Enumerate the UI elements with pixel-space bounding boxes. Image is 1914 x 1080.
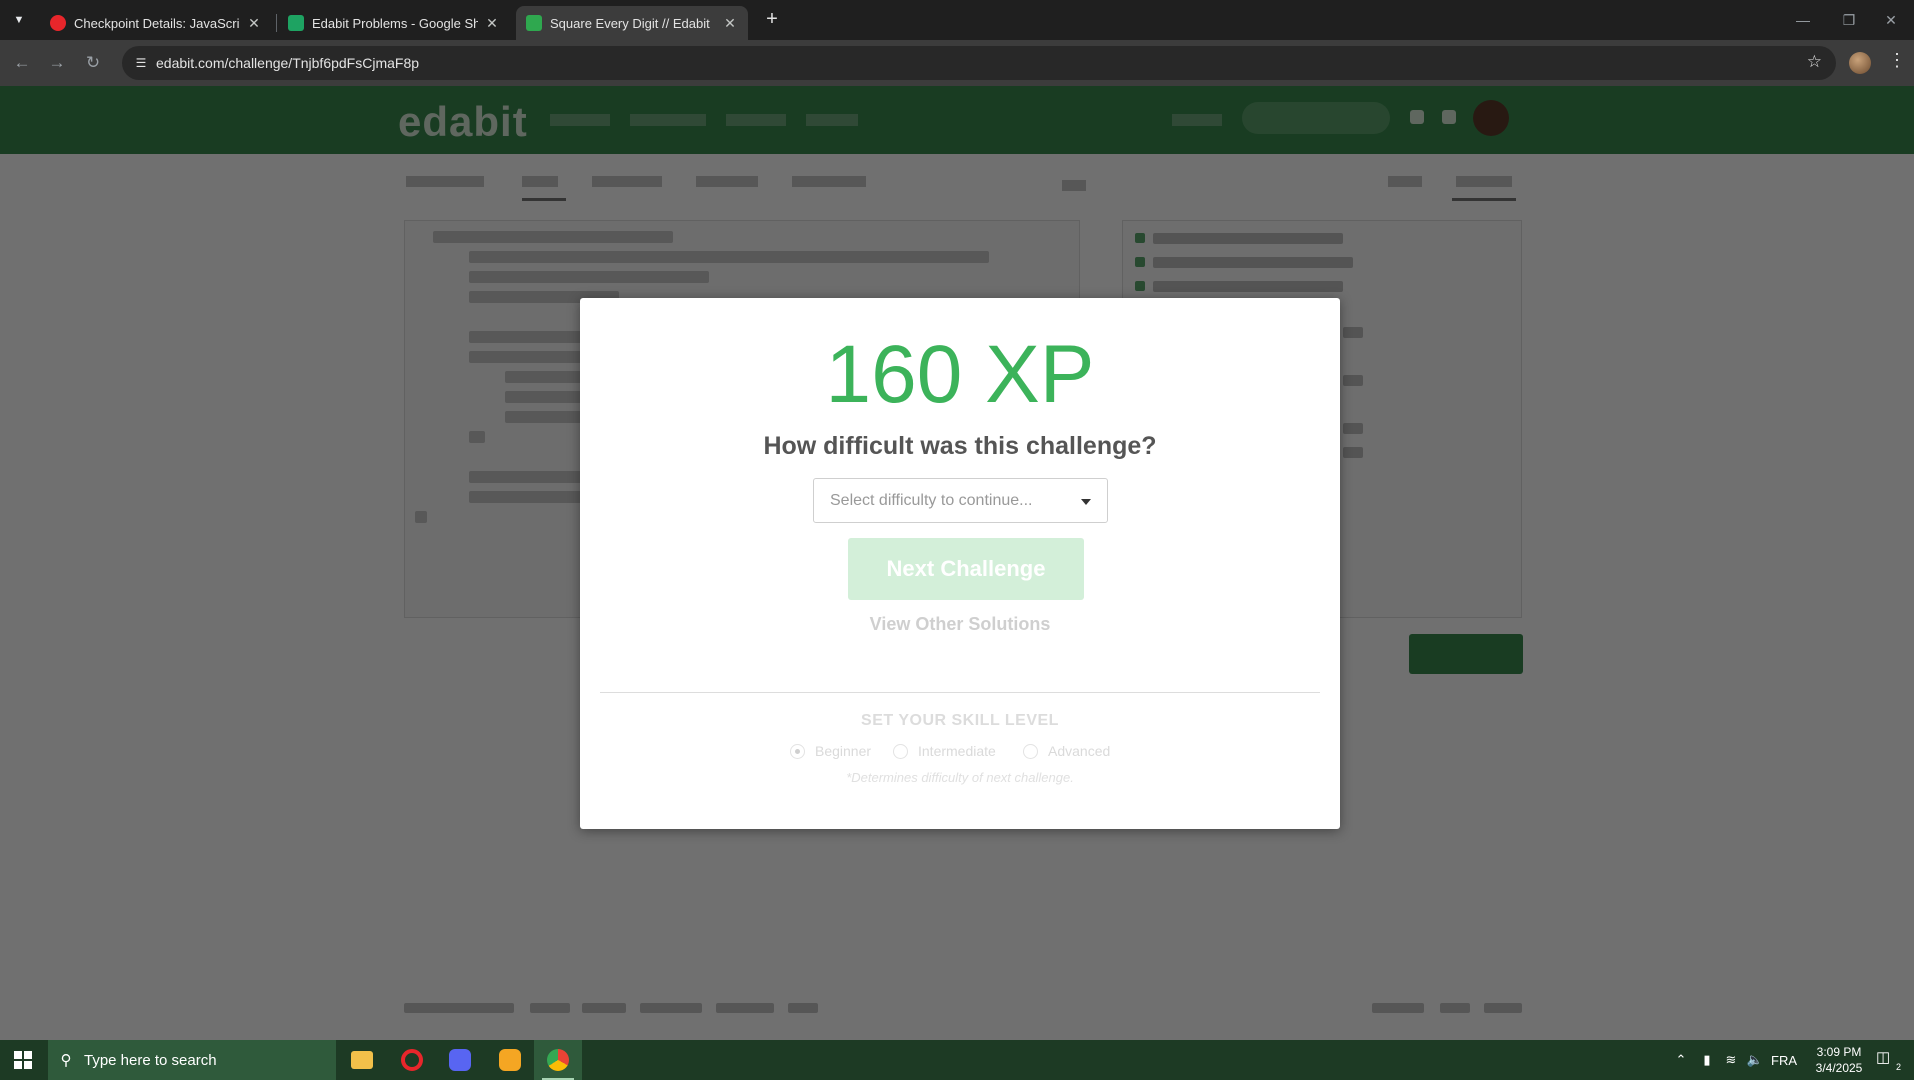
skill-option-beginner[interactable]: Beginner <box>790 741 871 761</box>
chevron-down-icon <box>1081 499 1091 505</box>
opera-icon <box>50 15 66 31</box>
profile-avatar[interactable] <box>1849 52 1871 74</box>
wifi-icon[interactable]: ≋ <box>1720 1040 1742 1080</box>
view-other-solutions-link[interactable]: View Other Solutions <box>580 614 1340 635</box>
clock-date: 3/4/2025 <box>1815 1061 1863 1075</box>
volume-icon[interactable]: 🔈 <box>1744 1040 1766 1080</box>
taskbar-clock[interactable]: 3:09 PM 3/4/2025 <box>1808 1044 1870 1076</box>
windows-taskbar: ⚲ Type here to search ⌃ ▮ ≋ 🔈 FRA 3:09 P… <box>0 1040 1914 1080</box>
new-tab-icon[interactable]: + <box>758 8 786 32</box>
difficulty-question: How difficult was this challenge? <box>763 432 1157 460</box>
restore-icon[interactable]: ❐ <box>1826 0 1872 40</box>
tab-square-every-digit[interactable]: Square Every Digit // Edabit ✕ <box>516 6 748 40</box>
divider <box>600 692 1320 693</box>
skill-option-label: Beginner <box>815 743 872 759</box>
radio-unselected-icon[interactable] <box>1023 743 1038 759</box>
tab-edabit-problems[interactable]: Edabit Problems - Google Shee ✕ <box>278 6 510 40</box>
challenge-complete-modal: 160 XP How difficult was this challenge?… <box>580 298 1340 829</box>
close-tab-icon[interactable]: ✕ <box>484 15 500 32</box>
skill-level-title: SET YOUR SKILL LEVEL <box>861 712 1059 729</box>
address-bar[interactable]: ☰ edabit.com/challenge/Tnjbf6pdFsCjmaF8p… <box>122 46 1836 80</box>
clock-time: 3:09 PM <box>1816 1045 1862 1059</box>
brave-icon[interactable] <box>486 1040 534 1080</box>
minimize-icon[interactable]: — <box>1780 0 1826 40</box>
reload-icon[interactable]: ↻ <box>79 49 107 77</box>
next-challenge-button[interactable]: Next Challenge <box>848 538 1084 600</box>
skill-option-label: Advanced <box>1048 743 1111 759</box>
browser-toolbar: ← → ↻ ☰ edabit.com/challenge/Tnjbf6pdFsC… <box>0 40 1914 86</box>
forward-icon[interactable]: → <box>43 49 71 77</box>
skill-level-note: *Determines difficulty of next challenge… <box>846 770 1074 785</box>
url-text[interactable]: edabit.com/challenge/Tnjbf6pdFsCjmaF8p <box>156 55 419 71</box>
notification-count: 2 <box>1895 1062 1901 1072</box>
skill-option-intermediate[interactable]: Intermediate <box>893 741 996 761</box>
bookmark-star-icon[interactable]: ☆ <box>1807 52 1822 72</box>
skill-option-label: Intermediate <box>918 743 996 759</box>
radio-unselected-icon[interactable] <box>893 743 908 759</box>
tab-title: Checkpoint Details: JavaScript F <box>74 15 240 31</box>
browser-menu-icon[interactable]: ⋮ <box>1888 50 1906 71</box>
google-sheets-icon <box>288 15 304 31</box>
xp-earned: 160 XP <box>825 329 1095 420</box>
skill-option-advanced[interactable]: Advanced <box>1023 741 1110 761</box>
taskbar-search-box[interactable]: ⚲ Type here to search <box>48 1040 336 1080</box>
tab-title: Edabit Problems - Google Shee <box>312 15 478 31</box>
windows-start-button[interactable] <box>0 1040 46 1080</box>
taskbar-search-placeholder: Type here to search <box>84 1051 217 1069</box>
radio-selected-icon[interactable] <box>790 743 805 759</box>
tab-search-chevron-icon[interactable]: ▼ <box>6 8 32 32</box>
close-tab-icon[interactable]: ✕ <box>246 15 262 32</box>
search-icon: ⚲ <box>60 1052 72 1069</box>
tab-checkpoint-details[interactable]: Checkpoint Details: JavaScript F ✕ <box>40 6 272 40</box>
difficulty-select-placeholder: Select difficulty to continue... <box>830 492 1033 509</box>
battery-icon[interactable]: ▮ <box>1696 1040 1718 1080</box>
tab-title: Square Every Digit // Edabit <box>550 15 710 31</box>
tab-separator <box>276 14 277 32</box>
back-icon[interactable]: ← <box>8 49 36 77</box>
input-language[interactable]: FRA <box>1768 1040 1800 1080</box>
chrome-icon[interactable] <box>534 1040 582 1080</box>
edabit-icon <box>526 15 542 31</box>
notification-center-icon[interactable]: ◫ 2 <box>1876 1048 1902 1072</box>
close-tab-icon[interactable]: ✕ <box>722 15 738 32</box>
difficulty-select[interactable]: Select difficulty to continue... <box>813 478 1108 523</box>
site-info-icon[interactable]: ☰ <box>132 54 150 72</box>
discord-icon[interactable] <box>436 1040 484 1080</box>
windows-logo-icon <box>14 1051 32 1069</box>
opera-icon[interactable] <box>388 1040 436 1080</box>
file-explorer-icon[interactable] <box>338 1040 386 1080</box>
show-hidden-icons-chevron-icon[interactable]: ⌃ <box>1670 1040 1692 1080</box>
close-window-icon[interactable]: ✕ <box>1868 0 1914 40</box>
browser-tabstrip: ▼ Checkpoint Details: JavaScript F ✕ Eda… <box>0 0 1914 40</box>
